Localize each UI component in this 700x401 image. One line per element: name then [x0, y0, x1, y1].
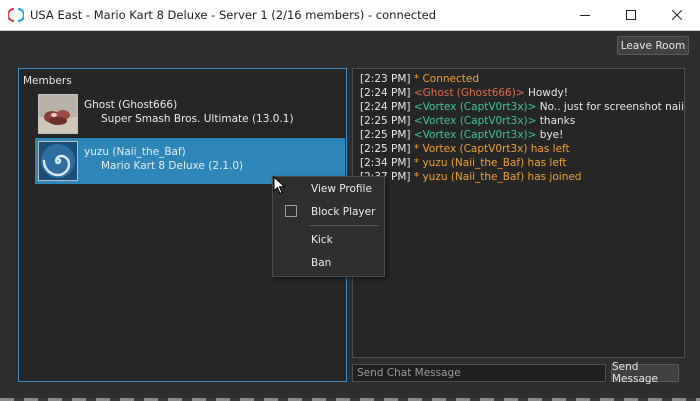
- chat-log[interactable]: [2:23 PM] * Connected [2:24 PM] <Ghost (…: [352, 68, 685, 358]
- chat-line: [2:25 PM] * Vortex (CaptV0rt3x) has left: [360, 143, 570, 155]
- chat-nickname: <Vortex (CaptV0rt3x)>: [413, 101, 537, 113]
- block-player-checkbox[interactable]: [285, 205, 297, 217]
- chat-message: thanks: [539, 115, 576, 127]
- chat-line: [2:24 PM] <Ghost (Ghost666)> Howdy!: [360, 87, 568, 99]
- member-game: Super Smash Bros. Ultimate (13.0.1): [101, 113, 294, 125]
- chat-timestamp: [2:24 PM]: [360, 101, 411, 113]
- system-message: * yuzu (Naii_the_Baf) has joined: [413, 171, 582, 183]
- maximize-icon: [626, 10, 636, 20]
- close-button[interactable]: [654, 0, 700, 30]
- chat-message-input[interactable]: Send Chat Message: [352, 364, 606, 382]
- member-name: Ghost (Ghost666): [84, 99, 178, 111]
- chat-timestamp: [2:24 PM]: [360, 87, 411, 99]
- chat-line: [2:37 PM] * yuzu (Naii_the_Baf) has join…: [360, 171, 581, 183]
- menu-separator: [309, 225, 379, 226]
- avatar: [38, 141, 78, 181]
- member-game: Mario Kart 8 Deluxe (2.1.0): [101, 160, 244, 172]
- yuzu-icon: [8, 7, 24, 23]
- chat-nickname: <Vortex (CaptV0rt3x)>: [413, 129, 537, 141]
- members-header: Members: [23, 75, 72, 87]
- minimize-button[interactable]: [562, 0, 608, 30]
- menu-item-block-player[interactable]: Block Player: [311, 206, 375, 218]
- chat-timestamp: [2:25 PM]: [360, 129, 411, 141]
- mouse-cursor-icon: [273, 176, 286, 195]
- chat-line: [2:24 PM] <Vortex (CaptV0rt3x)> No.. jus…: [360, 101, 684, 113]
- window-title: USA East - Mario Kart 8 Deluxe - Server …: [30, 8, 437, 22]
- chat-line: [2:23 PM] * Connected: [360, 73, 479, 85]
- chat-nickname: <Vortex (CaptV0rt3x)>: [413, 115, 537, 127]
- member-row-ghost[interactable]: Ghost (Ghost666) Super Smash Bros. Ultim…: [35, 91, 345, 137]
- system-message: * yuzu (Naii_the_Baf) has left: [413, 157, 567, 169]
- chat-timestamp: [2:25 PM]: [360, 143, 411, 155]
- chat-timestamp: [2:23 PM]: [360, 73, 411, 85]
- close-icon: [672, 10, 682, 20]
- maximize-button[interactable]: [608, 0, 654, 30]
- member-context-menu: View Profile Block Player Kick Ban: [272, 176, 385, 277]
- chat-nickname: <Ghost (Ghost666)>: [413, 87, 525, 99]
- chat-line: [2:25 PM] <Vortex (CaptV0rt3x)> thanks: [360, 115, 575, 127]
- leave-room-button[interactable]: Leave Room: [617, 36, 689, 55]
- chat-message: bye!: [539, 129, 564, 141]
- system-message: * Vortex (CaptV0rt3x) has left: [413, 143, 570, 155]
- avatar: [38, 94, 78, 134]
- chat-line: [2:34 PM] * yuzu (Naii_the_Baf) has left: [360, 157, 566, 169]
- chat-timestamp: [2:34 PM]: [360, 157, 411, 169]
- minimize-icon: [580, 15, 590, 16]
- member-name: yuzu (Naii_the_Baf): [84, 146, 186, 158]
- chat-message: Howdy!: [527, 87, 568, 99]
- menu-item-kick[interactable]: Kick: [311, 234, 333, 246]
- title-bar: USA East - Mario Kart 8 Deluxe - Server …: [0, 0, 700, 31]
- system-message: * Connected: [413, 73, 479, 85]
- send-message-button[interactable]: Send Message: [611, 361, 679, 385]
- menu-item-view-profile[interactable]: View Profile: [311, 183, 372, 195]
- chat-timestamp: [2:25 PM]: [360, 115, 411, 127]
- chat-line: [2:25 PM] <Vortex (CaptV0rt3x)> bye!: [360, 129, 563, 141]
- menu-item-ban[interactable]: Ban: [311, 257, 331, 269]
- chat-message: No.. just for screenshot naii: [539, 101, 685, 113]
